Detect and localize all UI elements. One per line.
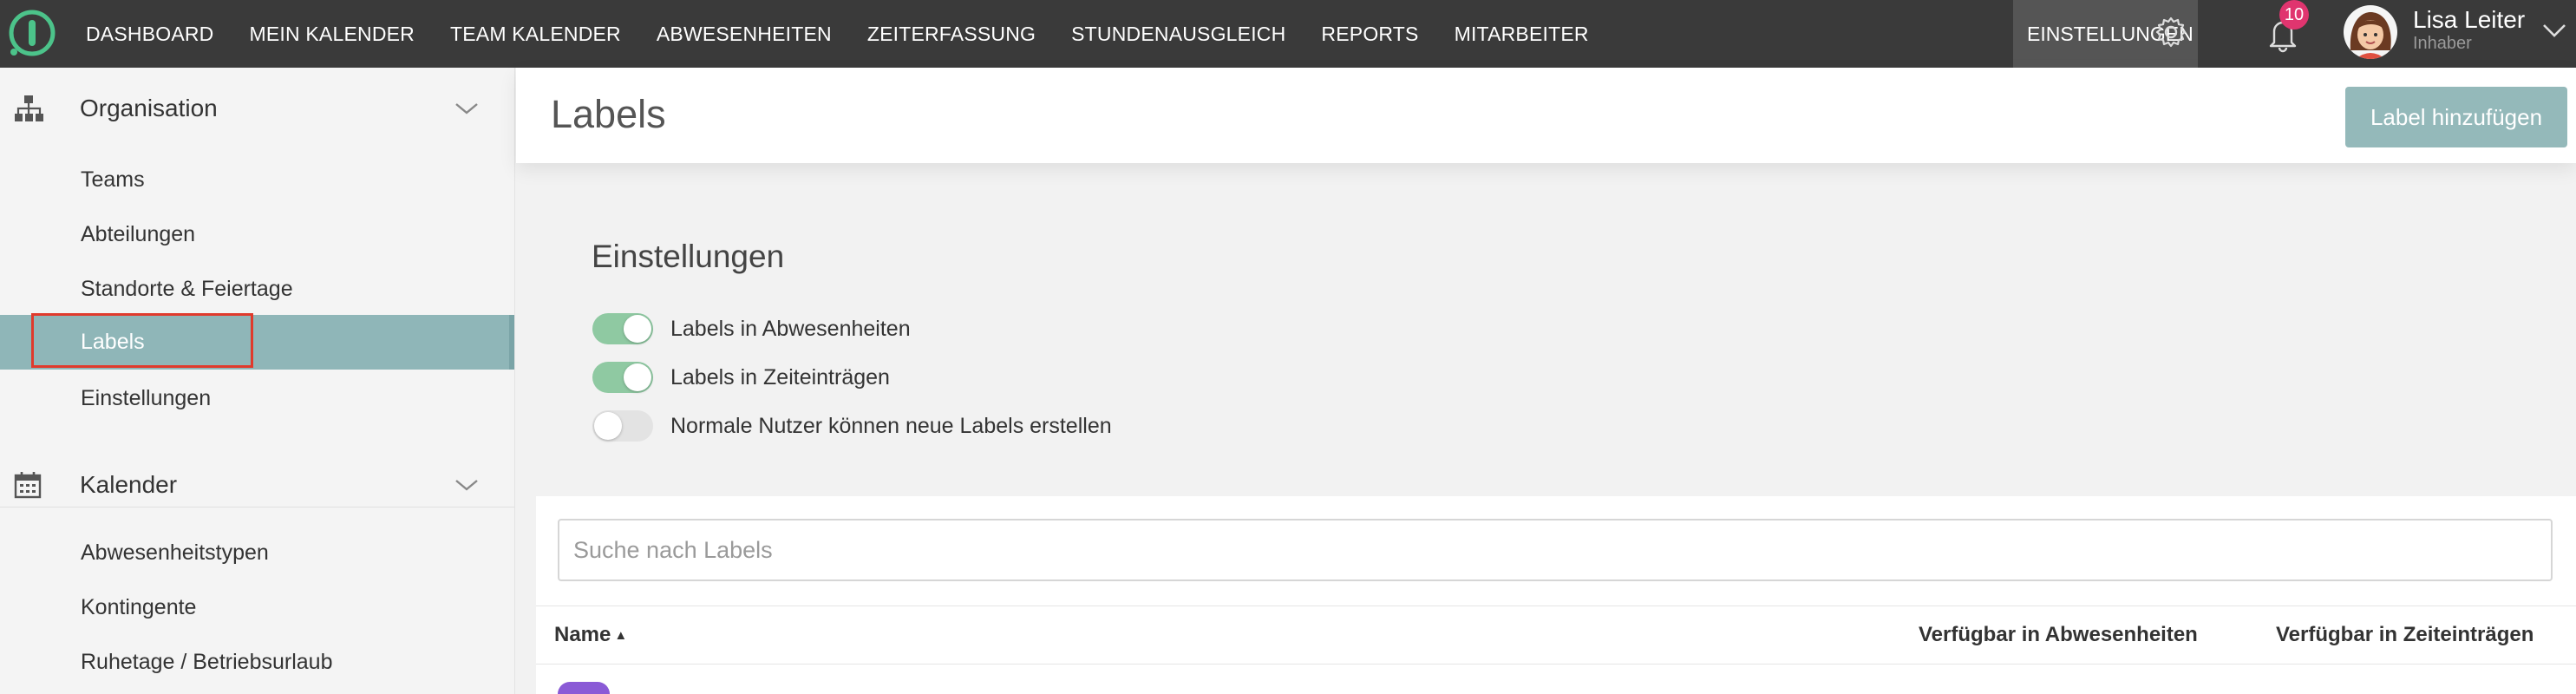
toggle-knob <box>624 315 651 343</box>
org-chart-icon <box>15 95 43 121</box>
main-nav: DASHBOARD MEIN KALENDER TEAM KALENDER AB… <box>86 0 1625 68</box>
column-header-abwesenheiten[interactable]: Verfügbar in Abwesenheiten <box>1919 606 2198 664</box>
toggle-label: Normale Nutzer können neue Labels erstel… <box>670 413 1112 438</box>
chevron-down-icon <box>455 103 478 115</box>
sidebar-item-label: Abwesenheitstypen <box>81 540 269 565</box>
column-header-name[interactable]: Name ▲ <box>554 606 627 664</box>
active-indicator <box>509 315 514 370</box>
calendar-icon <box>14 472 42 499</box>
toggle-row-abwesenheiten: Labels in Abwesenheiten <box>592 311 911 346</box>
label-color-swatch <box>558 682 610 694</box>
add-label-button[interactable]: Label hinzufügen <box>2345 87 2567 147</box>
nav-dashboard[interactable]: DASHBOARD <box>86 23 214 46</box>
column-header-label: Name <box>554 623 611 646</box>
sidebar-item-abwesenheitstypen[interactable]: Abwesenheitstypen <box>0 526 514 580</box>
sidebar-item-abteilungen[interactable]: Abteilungen <box>0 207 514 262</box>
sidebar-group-title-kalender: Kalender <box>80 471 178 498</box>
settings-nav-button[interactable]: EINSTELLUNGEN <box>2013 0 2198 68</box>
toggle-label: Labels in Zeiteinträgen <box>670 364 890 390</box>
sidebar-group-kalender[interactable]: Kalender <box>0 455 514 515</box>
sidebar-item-label: Einstellungen <box>81 386 212 410</box>
sidebar-item-label: Abteilungen <box>81 222 196 246</box>
labels-zeiteintraege-toggle[interactable] <box>592 362 653 393</box>
sort-ascending-icon: ▲ <box>614 627 628 643</box>
chevron-down-icon[interactable] <box>2541 22 2567 39</box>
toggle-row-normale-nutzer: Normale Nutzer können neue Labels erstel… <box>592 409 1112 443</box>
toggle-row-zeiteintraege: Labels in Zeiteinträgen <box>592 360 890 395</box>
sidebar-item-einstellungen[interactable]: Einstellungen <box>0 371 514 426</box>
user-avatar-image <box>2344 5 2397 59</box>
sidebar-group-title-organisation: Organisation <box>80 95 218 121</box>
sidebar-item-ruhetage[interactable]: Ruhetage / Betriebsurlaub <box>0 635 514 690</box>
user-name[interactable]: Lisa Leiter <box>2413 6 2525 34</box>
table-header: Name ▲ Verfügbar in Abwesenheiten Verfüg… <box>536 606 2576 665</box>
page-header: Labels Label hinzufügen <box>516 68 2576 163</box>
highlight-box <box>31 313 253 368</box>
sidebar-group-organisation[interactable]: Organisation <box>0 78 514 139</box>
sidebar-item-kontingente[interactable]: Kontingente <box>0 580 514 635</box>
nav-team-kalender[interactable]: TEAM KALENDER <box>450 23 621 46</box>
notification-count-badge: 10 <box>2279 0 2309 29</box>
nav-mein-kalender[interactable]: MEIN KALENDER <box>250 23 415 46</box>
nav-abwesenheiten[interactable]: ABWESENHEITEN <box>657 23 832 46</box>
page-title: Labels <box>551 92 666 136</box>
settings-section-title: Einstellungen <box>592 239 785 274</box>
chevron-down-icon <box>455 480 478 491</box>
nav-reports[interactable]: REPORTS <box>1321 23 1418 46</box>
labels-table-panel: Name ▲ Verfügbar in Abwesenheiten Verfüg… <box>536 496 2576 694</box>
search-input[interactable] <box>558 519 2553 581</box>
settings-sidebar: Organisation Teams Abteilungen Standorte… <box>0 68 515 694</box>
sidebar-item-teams[interactable]: Teams <box>0 153 514 207</box>
toggle-knob <box>594 412 622 440</box>
sidebar-item-label: Teams <box>81 167 145 192</box>
user-role: Inhaber <box>2413 34 2472 53</box>
sidebar-item-label: Standorte & Feiertage <box>81 277 293 301</box>
toggle-label: Labels in Abwesenheiten <box>670 316 911 341</box>
sidebar-item-standorte[interactable]: Standorte & Feiertage <box>0 262 514 317</box>
sidebar-item-label: Kontingente <box>81 595 197 619</box>
sidebar-item-label: Ruhetage / Betriebsurlaub <box>81 650 333 674</box>
column-header-zeiteintraege[interactable]: Verfügbar in Zeiteinträgen <box>2276 606 2534 664</box>
top-navigation-bar: DASHBOARD MEIN KALENDER TEAM KALENDER AB… <box>0 0 2576 68</box>
gear-icon <box>2155 16 2187 48</box>
labels-abwesenheiten-toggle[interactable] <box>592 313 653 344</box>
normale-nutzer-toggle[interactable] <box>592 410 653 442</box>
nav-mitarbeiter[interactable]: MITARBEITER <box>1455 23 1589 46</box>
nav-zeiterfassung[interactable]: ZEITERFASSUNG <box>867 23 1036 46</box>
app-logo-icon[interactable] <box>7 9 56 57</box>
user-avatar[interactable] <box>2344 5 2397 59</box>
nav-stundenausgleich[interactable]: STUNDENAUSGLEICH <box>1071 23 1285 46</box>
toggle-knob <box>624 363 651 391</box>
